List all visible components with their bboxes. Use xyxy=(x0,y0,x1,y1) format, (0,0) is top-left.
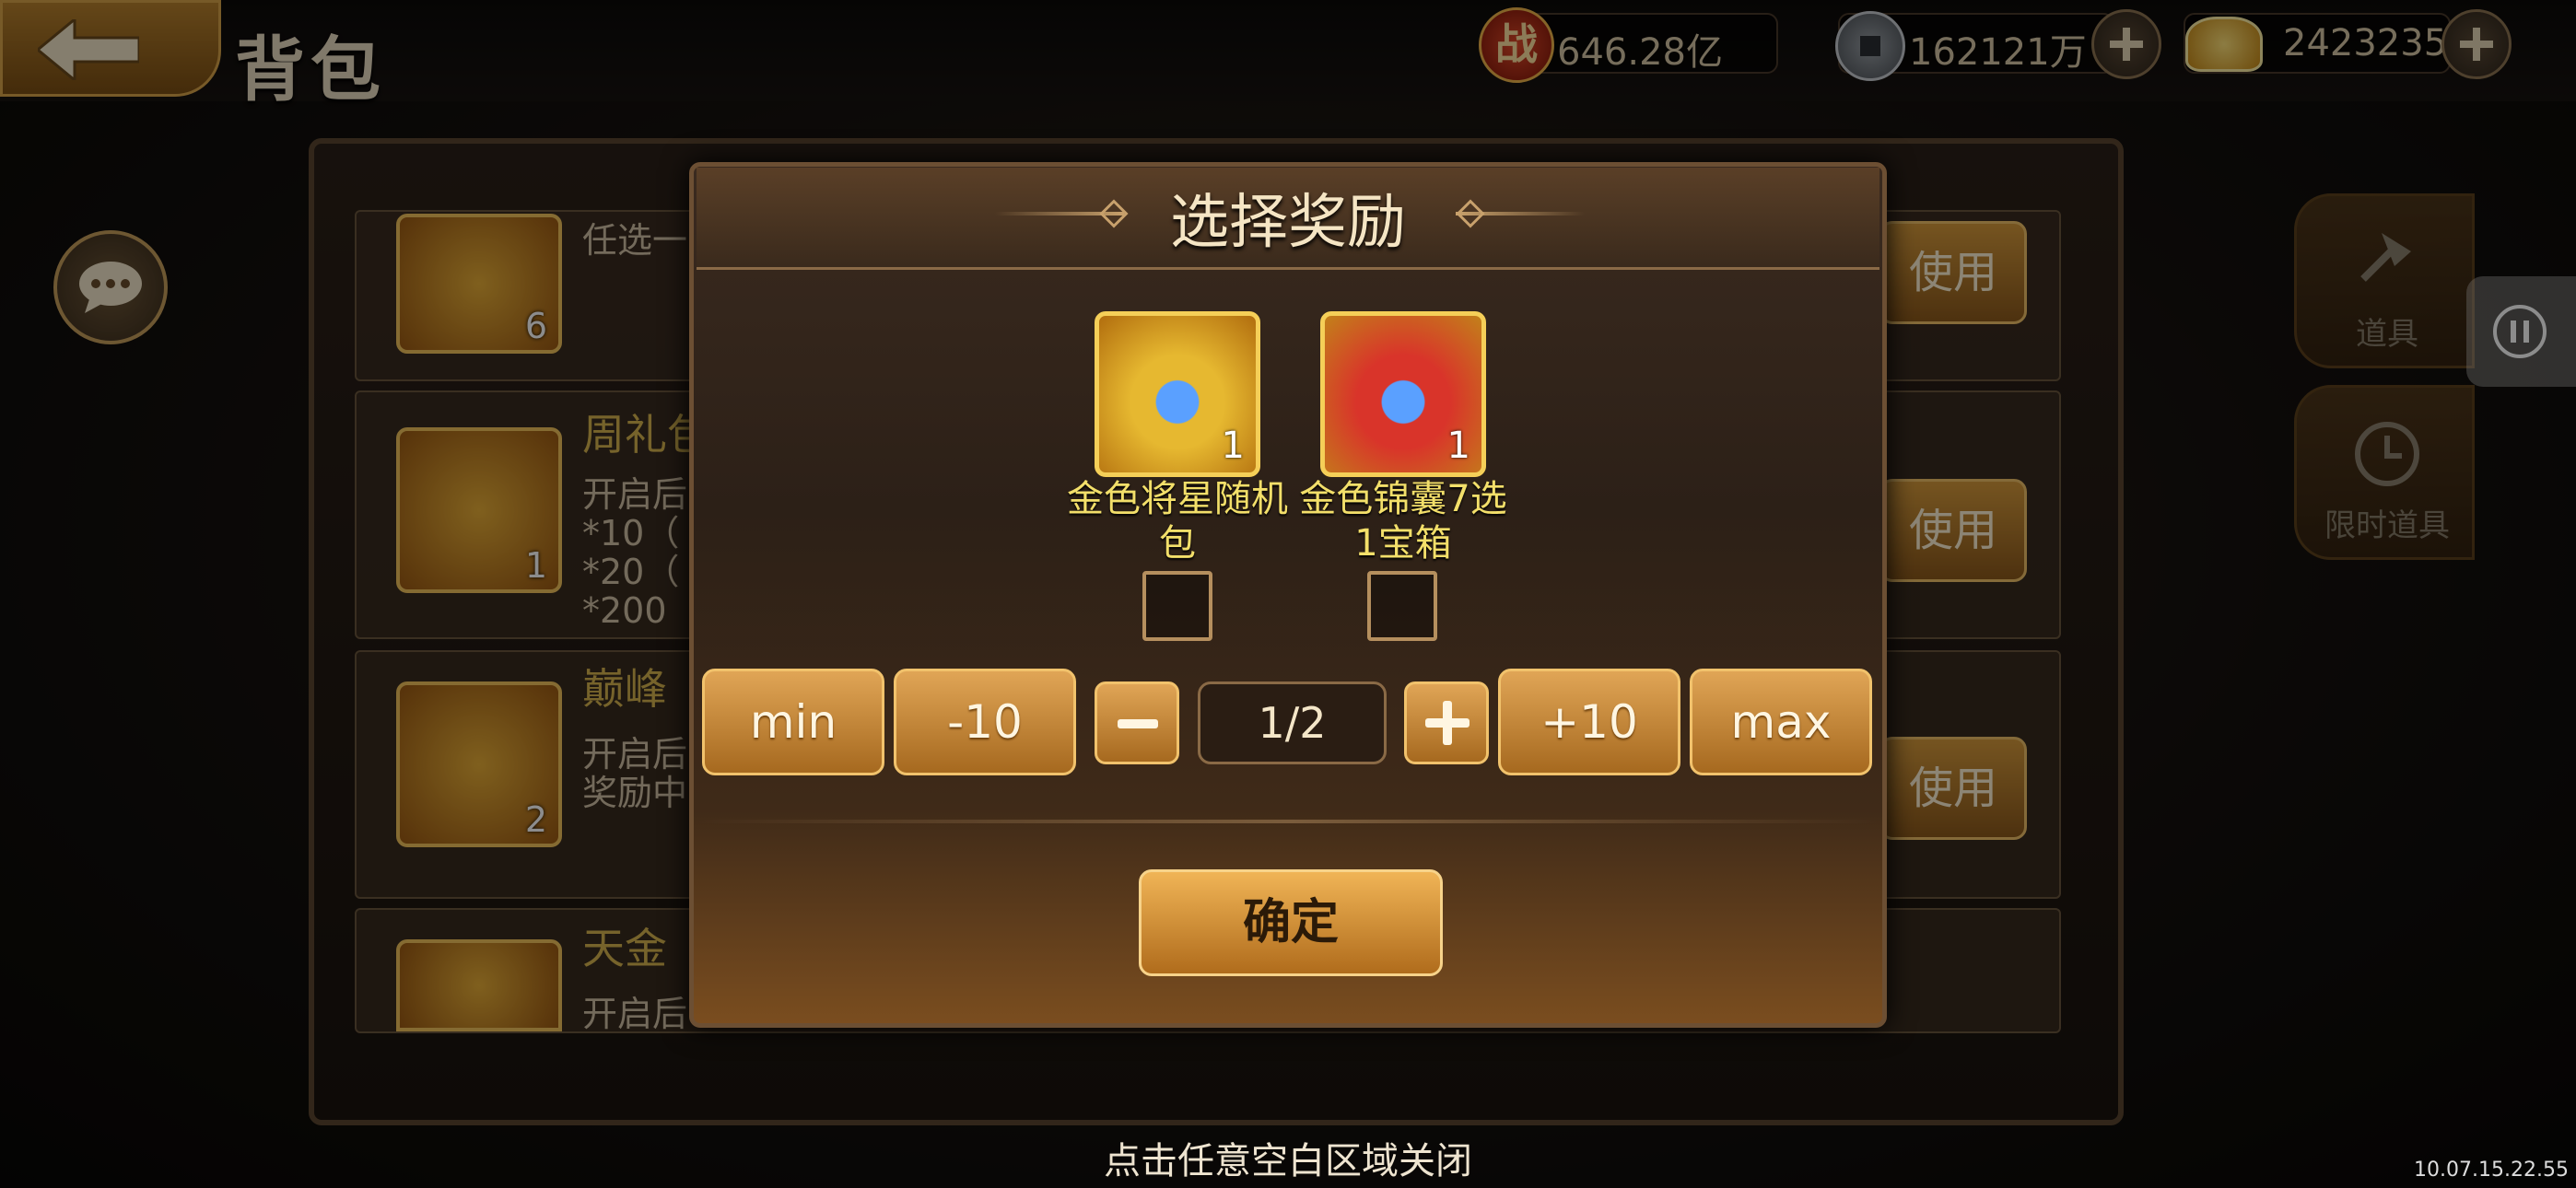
plus-10-button[interactable]: +10 xyxy=(1498,669,1680,775)
dialog-title: 选择奖励 xyxy=(1170,189,1406,257)
confirm-button[interactable]: 确定 xyxy=(1139,869,1443,976)
reward-checkbox[interactable] xyxy=(1367,571,1437,641)
quantity-display: 1/2 xyxy=(1198,681,1387,764)
plus-icon xyxy=(1425,701,1469,745)
reward-name: 金色将星随机包 xyxy=(1067,478,1288,565)
increment-button[interactable] xyxy=(1404,681,1489,764)
reward-icon[interactable]: 1 xyxy=(1095,311,1260,477)
min-button[interactable]: min xyxy=(702,669,884,775)
reward-checkbox[interactable] xyxy=(1142,571,1212,641)
max-button[interactable]: max xyxy=(1690,669,1872,775)
divider xyxy=(698,820,1878,823)
decrement-button[interactable] xyxy=(1095,681,1179,764)
reward-name: 金色锦囊7选1宝箱 xyxy=(1299,478,1507,565)
reward-icon[interactable]: 1 xyxy=(1320,311,1486,477)
version-label: 10.07.15.22.55 xyxy=(2414,1159,2569,1182)
close-hint: 点击任意空白区域关闭 xyxy=(1104,1140,1472,1182)
minus-icon xyxy=(1118,719,1158,728)
minus-10-button[interactable]: -10 xyxy=(894,669,1076,775)
